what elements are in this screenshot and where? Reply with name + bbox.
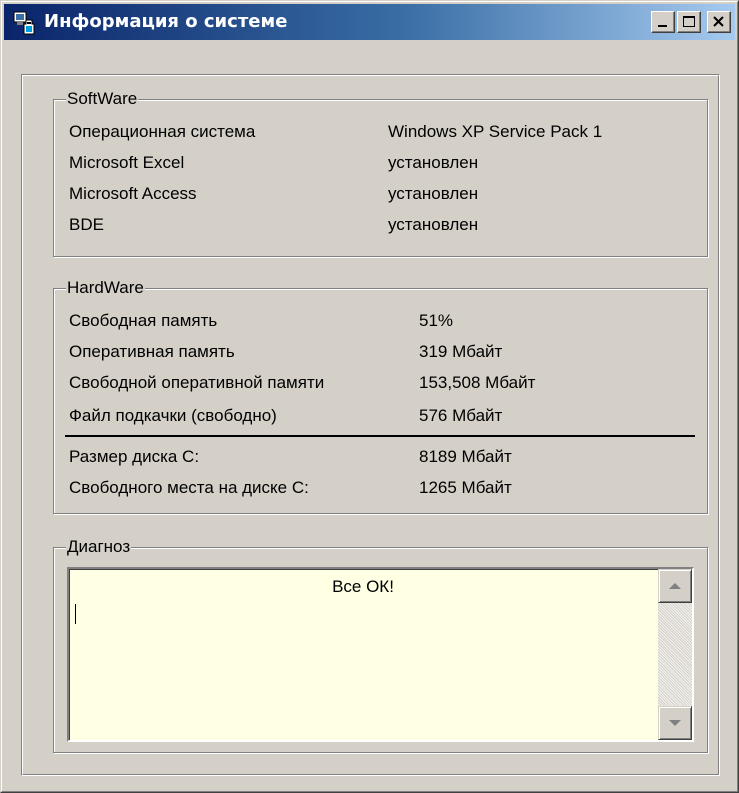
hardware-label-disk-size: Размер диска С: xyxy=(69,447,200,466)
vertical-scrollbar[interactable] xyxy=(658,569,692,740)
hardware-value-free-memory: 51% xyxy=(419,311,454,330)
maximize-button[interactable] xyxy=(677,11,701,33)
hardware-label-swap: Файл подкачки (свободно) xyxy=(69,406,277,425)
hardware-label-ram: Оперативная память xyxy=(69,342,235,361)
hardware-label-free-ram: Свободной оперативной памяти xyxy=(69,373,325,392)
system-info-icon[interactable] xyxy=(12,10,36,36)
diagnosis-memo[interactable]: Все ОК! xyxy=(67,567,694,742)
software-value-access: установлен xyxy=(388,184,479,203)
software-label-os: Операционная система xyxy=(69,122,256,141)
hardware-label-disk-free: Свободного места на диске С: xyxy=(69,478,309,497)
diagnosis-text[interactable]: Все ОК! xyxy=(69,577,657,597)
software-value-os: Windows XP Service Pack 1 xyxy=(388,122,603,141)
hardware-label-free-memory: Свободная память xyxy=(69,311,218,330)
software-value-bde: установлен xyxy=(388,215,479,234)
hardware-value-disk-size: 8189 Мбайт xyxy=(419,447,512,466)
text-caret xyxy=(75,604,76,624)
software-label-excel: Microsoft Excel xyxy=(69,153,185,172)
hardware-value-swap: 576 Мбайт xyxy=(419,406,503,425)
software-value-excel: установлен xyxy=(388,153,479,172)
hardware-separator xyxy=(65,435,695,437)
close-button[interactable] xyxy=(707,11,731,33)
arrow-up-icon xyxy=(669,583,681,589)
hardware-value-disk-free: 1265 Мбайт xyxy=(419,478,512,497)
arrow-down-icon xyxy=(669,720,681,726)
minimize-icon xyxy=(658,25,667,27)
diagnosis-legend: Диагноз xyxy=(66,537,132,557)
title-bar[interactable]: Информация о системе xyxy=(4,4,735,40)
hardware-value-ram: 319 Мбайт xyxy=(419,342,503,361)
window-title: Информация о системе xyxy=(44,11,288,32)
maximize-icon xyxy=(683,16,695,27)
software-legend: SoftWare xyxy=(66,89,139,109)
scroll-down-button[interactable] xyxy=(658,706,692,740)
scroll-up-button[interactable] xyxy=(658,569,692,603)
system-info-window: Информация о системе SoftWare Операционн… xyxy=(0,0,739,793)
close-icon xyxy=(713,16,724,27)
hardware-value-free-ram: 153,508 Мбайт xyxy=(419,373,536,392)
hardware-legend: HardWare xyxy=(66,278,145,298)
minimize-button[interactable] xyxy=(651,11,675,33)
software-label-access: Microsoft Access xyxy=(69,184,197,203)
software-label-bde: BDE xyxy=(69,215,104,234)
